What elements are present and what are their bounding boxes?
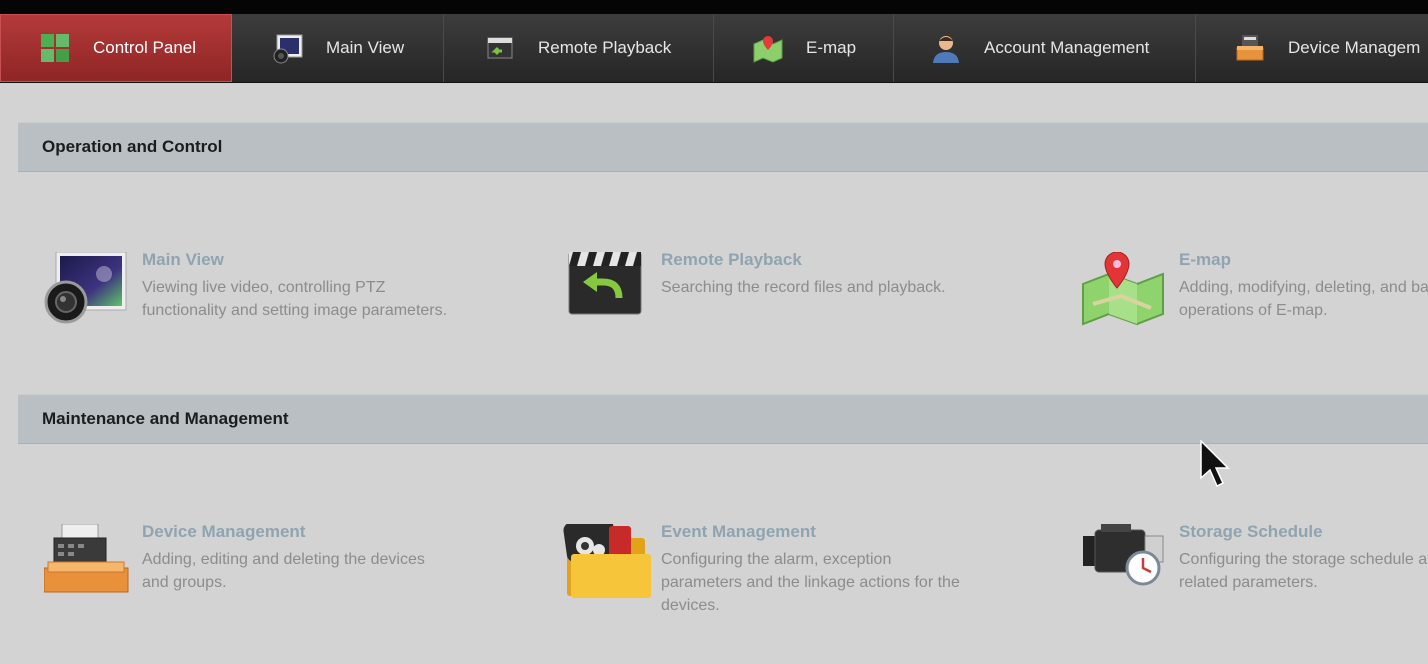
- card-title[interactable]: Storage Schedule: [1179, 522, 1323, 542]
- monitor-camera-icon: [272, 32, 304, 64]
- tab-label: Main View: [326, 38, 405, 57]
- card-storage-schedule[interactable]: Storage Schedule Configuring the storage…: [1081, 522, 1428, 634]
- map-pin-icon: [1081, 251, 1169, 332]
- tab-label: Remote Playback: [538, 38, 672, 57]
- grid-icon: [39, 32, 71, 64]
- card-title[interactable]: Main View: [142, 250, 224, 270]
- card-event-management[interactable]: Event Management Configuring the alarm, …: [563, 517, 983, 634]
- tab-e-map[interactable]: E-map: [714, 14, 894, 82]
- card-title[interactable]: Device Management: [142, 522, 305, 542]
- section-title: Operation and Control: [42, 137, 223, 156]
- card-description: Adding, editing and deleting the devices…: [142, 551, 425, 591]
- device-tray-icon: [1234, 32, 1266, 64]
- card-device-management[interactable]: Device Management Adding, editing and de…: [43, 522, 464, 634]
- section-title: Maintenance and Management: [42, 409, 289, 428]
- mouse-pointer-icon: [1200, 439, 1230, 490]
- card-title[interactable]: Event Management: [661, 522, 816, 542]
- monitor-camera-icon: [44, 251, 132, 332]
- card-description: Viewing live video, controlling PTZ func…: [142, 279, 448, 319]
- card-title[interactable]: E-map: [1179, 250, 1231, 270]
- tab-remote-playback[interactable]: Remote Playback: [444, 14, 714, 82]
- map-pin-icon: [752, 32, 784, 64]
- tab-label: Control Panel: [93, 38, 197, 57]
- card-e-map[interactable]: E-map Adding, modifying, deleting, and b…: [1081, 250, 1428, 362]
- tab-main-view[interactable]: Main View: [232, 14, 444, 82]
- camcorder-clock-icon: [1081, 524, 1169, 604]
- main-tab-bar: Control Panel Main View Remote Playback …: [0, 14, 1428, 83]
- section-header-maintenance: Maintenance and Management: [18, 394, 1428, 444]
- tab-label: Device Managem: [1288, 38, 1421, 57]
- tab-control-panel[interactable]: Control Panel: [0, 14, 232, 82]
- card-title[interactable]: Remote Playback: [661, 250, 802, 270]
- card-description: Adding, modifying, deleting, and basic o…: [1179, 279, 1428, 319]
- clapperboard-icon: [484, 32, 516, 64]
- window-top-strip: [0, 0, 1428, 14]
- card-description: Configuring the alarm, exception paramet…: [661, 551, 960, 614]
- tab-device-management[interactable]: Device Managem: [1196, 14, 1428, 82]
- card-description: Configuring the storage schedule and rel…: [1179, 551, 1428, 591]
- clapperboard-icon: [563, 251, 651, 332]
- section-header-operation: Operation and Control: [18, 122, 1428, 172]
- tab-label: Account Management: [984, 38, 1150, 57]
- device-tray-icon: [43, 523, 132, 604]
- event-folder-icon: [563, 517, 651, 604]
- user-icon: [930, 32, 962, 64]
- card-remote-playback[interactable]: Remote Playback Searching the record fil…: [563, 250, 983, 362]
- card-main-view[interactable]: Main View Viewing live video, controllin…: [44, 250, 464, 362]
- card-description: Searching the record files and playback.: [661, 279, 946, 296]
- tab-label: E-map: [806, 38, 857, 57]
- tab-account-management[interactable]: Account Management: [894, 14, 1196, 82]
